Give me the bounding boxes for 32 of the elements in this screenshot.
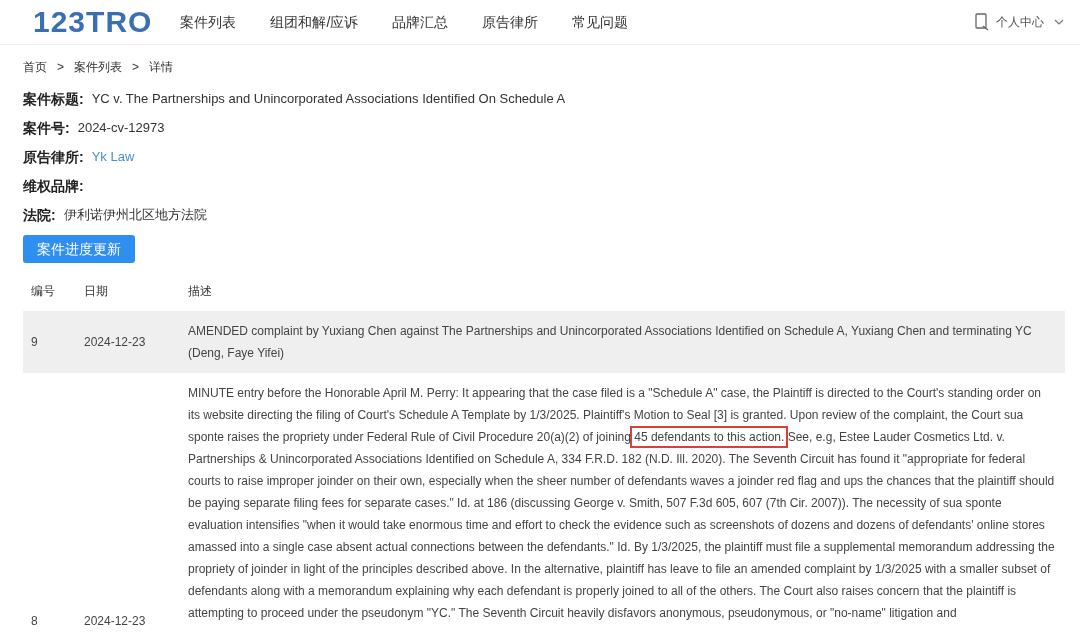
field-label: 维权品牌: <box>23 176 84 196</box>
breadcrumb-link[interactable]: 案件列表 <box>74 58 122 76</box>
chevron-down-icon <box>1054 19 1064 25</box>
field-value: 伊利诺伊州北区地方法院 <box>63 206 207 225</box>
table-cell-text: 9 <box>30 334 39 351</box>
nav-link[interactable]: 原告律所 <box>482 11 539 33</box>
field-label: 案件号: <box>23 118 70 138</box>
nav-link[interactable]: 品牌汇总 <box>392 11 449 33</box>
nav-link[interactable]: 案件列表 <box>180 11 237 33</box>
breadcrumb-link[interactable]: 详情 <box>149 58 174 76</box>
table-cell-text: 8 <box>30 613 39 630</box>
nav-link[interactable]: 常见问题 <box>572 11 629 33</box>
table-cell-text: 2024-12-23 <box>84 334 147 351</box>
site-logo[interactable]: 123TRO <box>33 7 153 37</box>
user-menu-label[interactable]: 个人中心 <box>996 13 1044 31</box>
column-header: 描述 <box>188 283 213 300</box>
field-label: 法院: <box>23 205 56 225</box>
table-cell-text: 2024-12-23 <box>84 613 147 630</box>
breadcrumb-separator: > <box>132 59 140 76</box>
table-cell-text: MINUTE entry before the Honorable April M. Perry: It appearing that the case filed is a "Schedule A" case, the Plaintiff is directed to the Court's standing order on its website directing the filing of Court's Schedule A Template by 1/3/2025. Plaintiff's Motion to Seal [3] is granted. Upon review of the complaint, the Court sua sponte raises the propriety under Federal Rule of Civil Procedure 20(a)(2) of joining 45 defendants to this action. See, e.g, Estee Lauder Cosmetics Ltd. v. Partnerships & Unincorporated Associations Identified on Schedule A, 334 F.R.D. 182 (N.D. Ill. 2020). The Seventh Circuit has found it "appropriate for federal courts to raise improper joinder on their own, especially when the sheer number of defendants waves a joinder red flag and ups the chances that the plaintiff should be paying separate filing fees for separate cases." Id. at 186 (discussing George v. Smith, 507 F.3d 605, 607 (7th Cir. 2007)). The necessity of sua sponte evaluation intensifies "when it would take enormous time and effort to check the evidence such as screenshots of dozens and dozens of defendants' online stores amassed into a single case absent actual connections between the defendants." Id. By 1/3/2025, the plaintiff must file a supplemental memorandum addressing the propriety of joinder in light of the principles described above. In the alternative, plaintiff has leave to file an amended complaint by 1/3/2025 with a smaller subset of defendants along with a memorandum explaining why each defendant is properly joined to all of the others. The Court also raises concern that the plaintiff is attempting to proceed under the pseudonym "YC." The Seventh Circuit heavily disfavors anonymous, pseudonymous, or "no-name" litigation and <box>188 385 1056 622</box>
field-label: 原告律所: <box>23 147 84 167</box>
nav-link[interactable]: 组团和解/应诉 <box>270 11 359 33</box>
table-cell-text: AMENDED complaint by Yuxiang Chen against The Partnerships and Unincorporated Associations Identified on Schedule A, Yuxiang Chen and terminating YC (Deng, Faye Yifei) <box>188 323 1033 362</box>
field-label: 案件标题: <box>23 89 84 109</box>
field-value: 2024-cv-12973 <box>77 119 165 138</box>
breadcrumb-separator: > <box>57 59 64 76</box>
column-header: 编号 <box>30 283 56 300</box>
column-header: 日期 <box>84 283 109 300</box>
field-value: YC v. The Partnerships and Unincorporated Associations Identified On Schedule A <box>91 90 566 109</box>
user-menu[interactable]: 个人中心 <box>974 13 1064 31</box>
breadcrumb-link[interactable]: 首页 <box>23 58 47 76</box>
field-link[interactable]: Yk Law <box>91 147 135 167</box>
